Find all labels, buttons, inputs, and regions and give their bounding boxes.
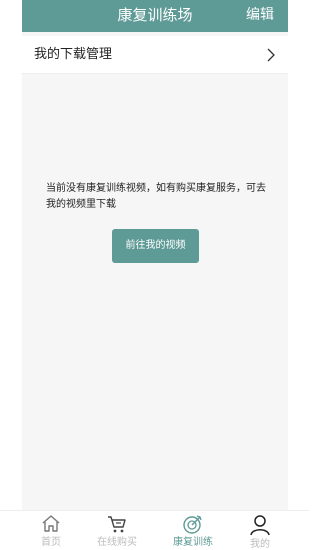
edit-button[interactable]: 编辑: [246, 6, 274, 24]
user-icon: [250, 515, 270, 536]
tab-home-label: 首页: [41, 537, 61, 548]
bottom-tab-bar: 首页 在线购买 康复训练 我的: [0, 510, 309, 550]
download-management-label: 我的下载管理: [34, 47, 113, 62]
tab-mine[interactable]: 我的: [225, 514, 295, 550]
app-frame: 康复训练场 编辑 我的下载管理 当前没有康复训练视频，如有购买康复服务，可去我的…: [0, 0, 309, 550]
tab-online-purchase-label: 在线购买: [97, 537, 137, 548]
top-bar: 康复训练场 编辑: [22, 0, 288, 32]
tab-home[interactable]: 首页: [16, 514, 86, 550]
tab-rehab-training[interactable]: 康复训练: [158, 514, 228, 550]
download-management-row[interactable]: 我的下载管理: [22, 36, 288, 74]
tab-online-purchase[interactable]: 在线购买: [82, 514, 152, 550]
empty-state-message: 当前没有康复训练视频，如有购买康复服务，可去我的视频里下载: [46, 183, 266, 210]
target-icon: [183, 515, 202, 534]
go-to-my-videos-button[interactable]: 前往我的视频: [112, 229, 199, 263]
cart-icon: [108, 516, 126, 533]
tab-rehab-training-label: 康复训练: [173, 537, 213, 548]
chevron-right-icon: [267, 48, 275, 62]
home-icon: [42, 515, 60, 532]
tab-mine-label: 我的: [250, 539, 270, 550]
